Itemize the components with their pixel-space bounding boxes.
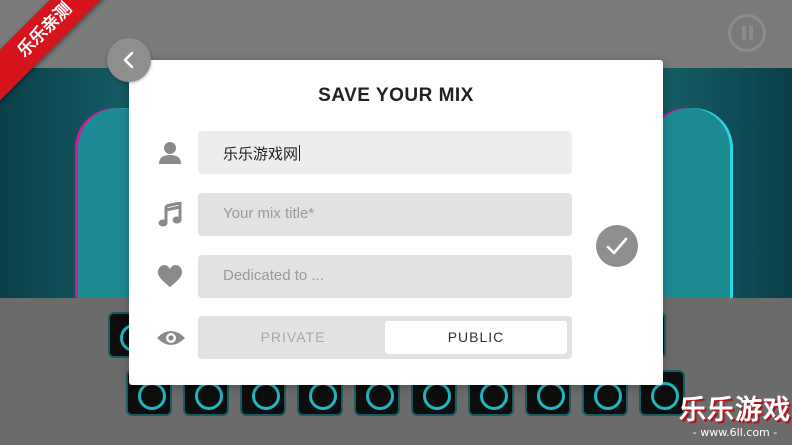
dedication-placeholder: Dedicated to ... <box>223 267 324 284</box>
save-mix-dialog: SAVE YOUR MIX 乐乐游戏网 Your mix title* Dedi… <box>129 60 663 385</box>
pause-icon <box>742 26 746 40</box>
visibility-toggle: PRIVATE PUBLIC <box>198 316 572 359</box>
music-note-icon <box>158 202 182 227</box>
dialog-title: SAVE YOUR MIX <box>318 85 474 106</box>
back-button[interactable] <box>107 38 151 82</box>
public-option[interactable]: PUBLIC <box>385 321 567 354</box>
checkmark-icon <box>606 237 628 255</box>
eye-icon <box>157 331 185 345</box>
watermark-logo: 乐乐游戏 <box>679 395 791 426</box>
chevron-left-icon <box>123 51 134 69</box>
watermark: 乐乐游戏 - www.6ll.com - <box>678 396 792 445</box>
pause-button[interactable] <box>728 14 766 52</box>
author-field[interactable]: 乐乐游戏网 <box>198 131 572 174</box>
user-icon <box>159 142 181 164</box>
private-option[interactable]: PRIVATE <box>202 321 384 354</box>
watermark-url: - www.6ll.com - <box>692 426 778 439</box>
dedication-input[interactable]: Dedicated to ... <box>198 255 572 298</box>
mix-title-input[interactable]: Your mix title* <box>198 193 572 236</box>
mix-title-placeholder: Your mix title* <box>223 205 315 222</box>
author-value: 乐乐游戏网 <box>223 145 301 163</box>
heart-icon <box>158 265 182 287</box>
confirm-save-button[interactable] <box>596 225 638 267</box>
